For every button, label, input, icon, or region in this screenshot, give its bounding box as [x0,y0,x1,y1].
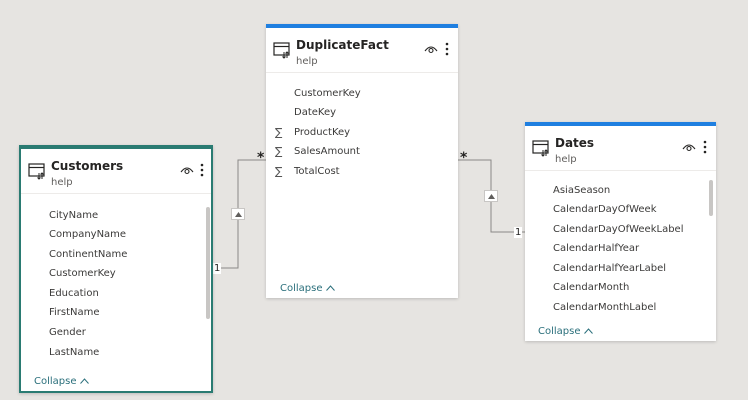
arrow-up-icon [488,194,495,199]
customers-collapse-button[interactable]: Collapse [34,376,89,387]
filter-direction-arrow-left[interactable] [231,208,245,220]
filter-direction-arrow-right[interactable] [484,190,498,202]
field-name: CalendarHalfYear [553,243,640,254]
field-name: AsiaSeason [553,185,611,196]
dates-table-card[interactable]: Dates help AsiaSeason CalendarDayOfWeek … [525,122,716,341]
customers-title: Customers [51,159,124,173]
more-options-icon[interactable] [200,162,204,178]
field-name: ProductKey [294,127,351,138]
sigma-icon: ∑ [275,165,283,178]
more-options-icon[interactable] [445,41,449,57]
scrollbar[interactable] [206,207,210,319]
customers-card-header: Customers help [21,149,211,194]
dates-subtitle: help [555,154,577,165]
field-name: CompanyName [49,229,127,240]
eye-icon[interactable] [682,142,696,152]
table-icon [532,140,549,157]
field-name: Education [49,288,99,299]
field-name: FirstName [49,307,100,318]
duplicatefact-many-marker-left: * [257,150,265,166]
collapse-label: Collapse [34,376,77,387]
field-name: TotalCost [294,166,340,177]
eye-icon[interactable] [424,44,438,54]
chevron-up-icon [325,285,335,291]
eye-icon[interactable] [180,165,194,175]
collapse-label: Collapse [538,326,581,337]
scrollbar[interactable] [709,180,713,216]
sigma-icon: ∑ [275,145,283,158]
field-name: SalesAmount [294,146,360,157]
duplicatefact-card-header: DuplicateFact help [266,28,458,73]
field-name: CalendarDayOfWeek [553,204,657,215]
field-name: CalendarHalfYearLabel [553,263,667,274]
collapse-label: Collapse [280,283,323,294]
customers-one-marker: 1 [213,263,222,274]
fade-overlay [21,365,211,375]
duplicatefact-collapse-button[interactable]: Collapse [280,283,335,294]
field-name: CityName [49,210,99,221]
field-name: CalendarDayOfWeekLabel [553,224,684,235]
field-name: CustomerKey [294,88,361,99]
field-name: CustomerKey [49,268,116,279]
field-name: CalendarMonthLabel [553,302,657,313]
table-icon [273,42,290,59]
dates-one-marker: 1 [514,227,523,238]
chevron-up-icon [79,378,89,384]
dates-card-header: Dates help [525,126,716,171]
customers-table-card[interactable]: Customers help CityName CompanyName Cont… [19,145,213,393]
duplicatefact-table-card[interactable]: DuplicateFact help CustomerKey DateKey ∑… [266,24,458,298]
table-icon [28,163,45,180]
customers-subtitle: help [51,177,73,188]
dates-collapse-button[interactable]: Collapse [538,326,593,337]
field-name: ContinentName [49,249,128,260]
field-name: DateKey [294,107,337,118]
duplicatefact-subtitle: help [296,56,318,67]
arrow-up-icon [235,212,242,217]
chevron-up-icon [583,328,593,334]
field-name: Gender [49,327,86,338]
duplicatefact-many-marker-right: * [460,150,468,166]
duplicatefact-title: DuplicateFact [296,38,389,52]
sigma-icon: ∑ [275,126,283,139]
dates-title: Dates [555,136,595,150]
more-options-icon[interactable] [703,139,707,155]
field-name: CalendarMonth [553,282,630,293]
field-name: LastName [49,347,100,358]
